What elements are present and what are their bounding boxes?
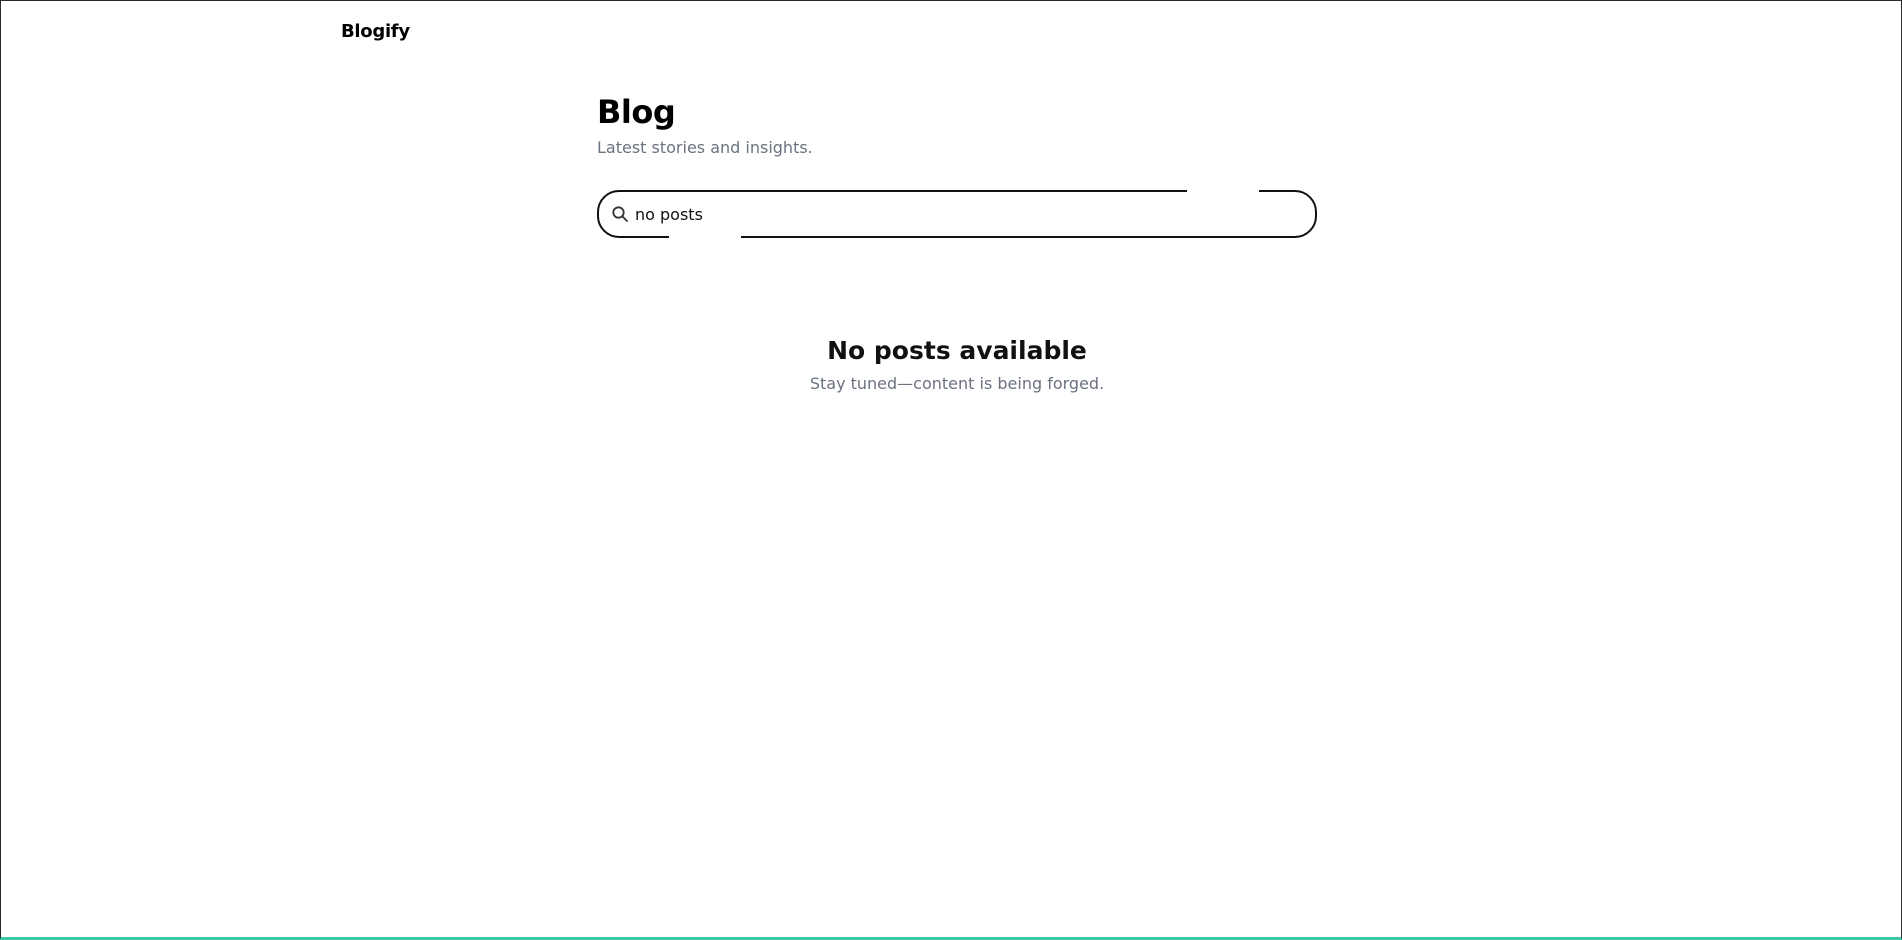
brand-logo[interactable]: Blogify: [341, 21, 410, 42]
empty-state: No posts available Stay tuned—content is…: [597, 333, 1317, 395]
app-window: Blogify Blog Latest stories and insights…: [0, 0, 1902, 940]
search-icon: [611, 205, 629, 223]
empty-state-title: No posts available: [827, 336, 1087, 365]
page-title: Blog: [597, 93, 676, 131]
search-bar[interactable]: [597, 189, 1317, 239]
page-subtitle: Latest stories and insights.: [597, 138, 813, 157]
search-input[interactable]: [635, 192, 1295, 236]
page-header: Blog Latest stories and insights.: [597, 89, 1317, 159]
empty-state-message: Stay tuned—content is being forged.: [809, 374, 1105, 393]
